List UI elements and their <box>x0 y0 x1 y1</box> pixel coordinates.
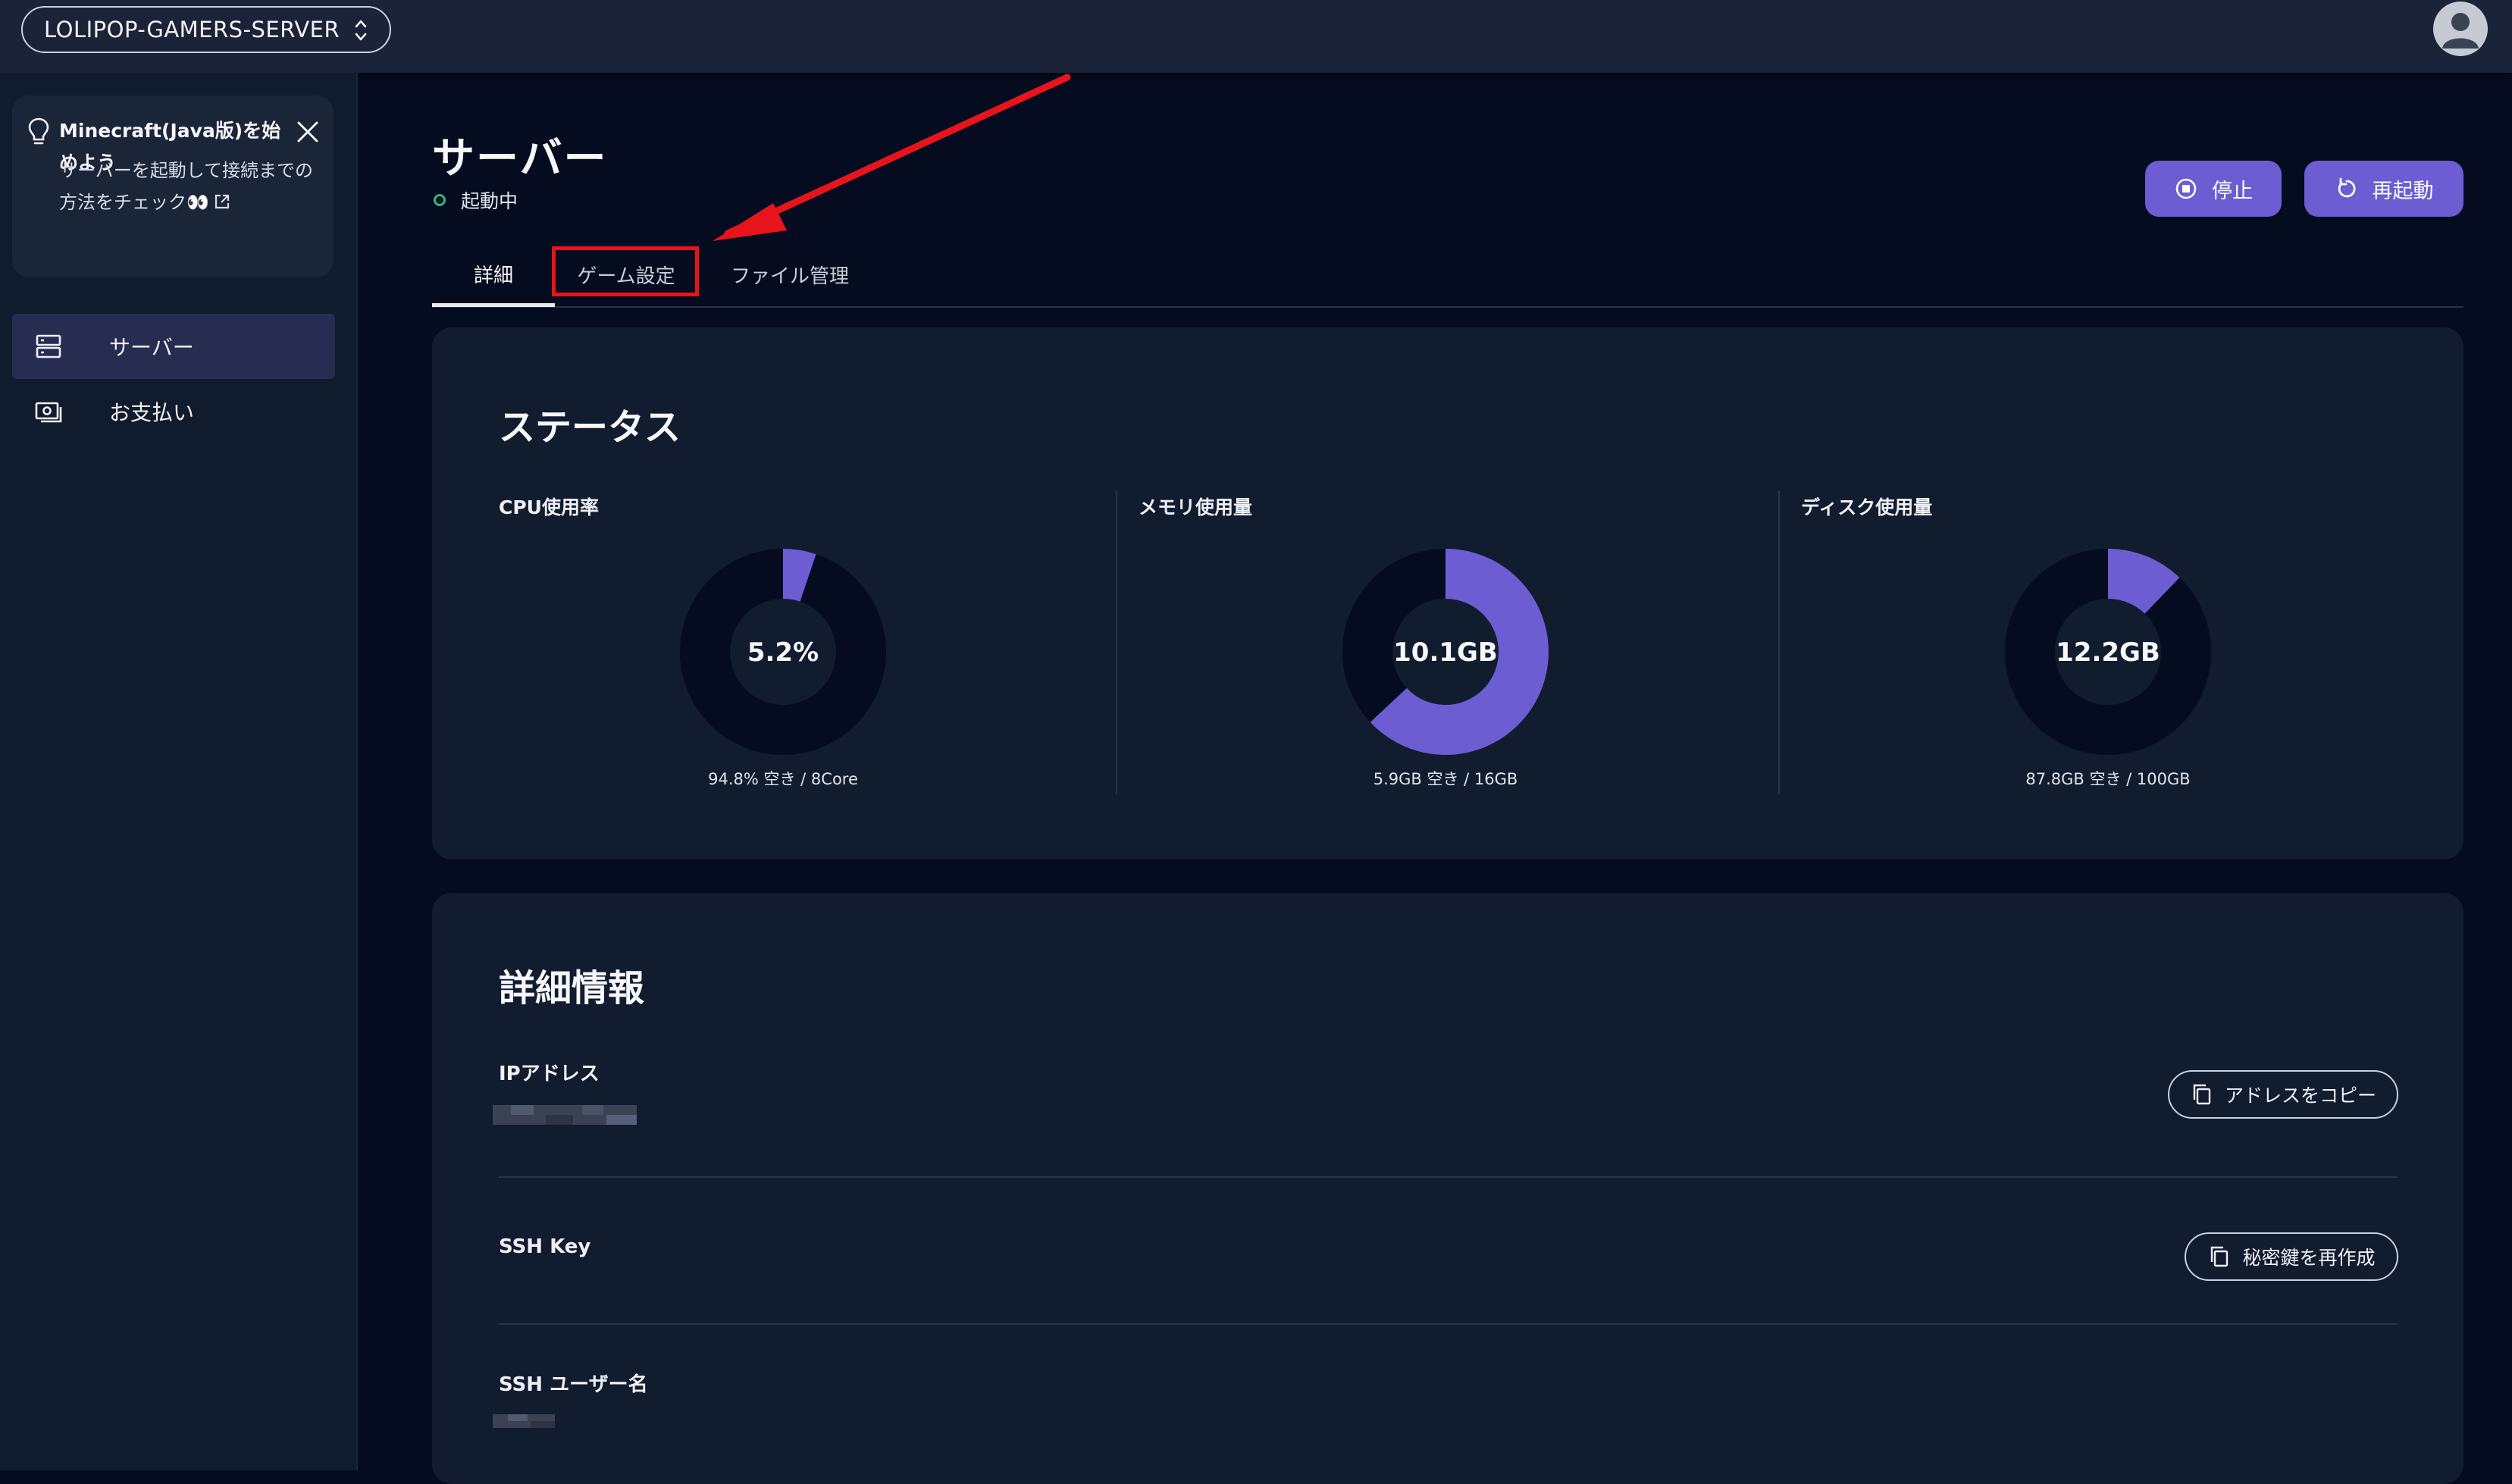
metric-caption: 87.8GB 空き / 100GB <box>2025 770 2191 788</box>
lightbulb-icon <box>28 117 49 145</box>
annotation-highlight-box <box>552 246 699 296</box>
memory-donut-chart: 10.1GB <box>1342 549 1549 755</box>
tip-body-text: サーバーを起動して接続までの方法をチェック👀 <box>59 160 314 213</box>
disk-metric: ディスク使用量 12.2GB 87.8GB 空き / 100GB <box>1757 327 2420 859</box>
donut-value: 12.2GB <box>2056 637 2160 668</box>
regenerate-key-button[interactable]: 秘密鍵を再作成 <box>2185 1232 2398 1281</box>
metric-label: CPU使用率 <box>499 496 599 518</box>
disk-donut-chart: 12.2GB <box>2005 549 2211 755</box>
external-link-icon <box>215 194 229 209</box>
copy-address-button[interactable]: アドレスをコピー <box>2168 1070 2398 1119</box>
ip-address-value-redacted <box>493 1105 637 1125</box>
restart-button[interactable]: 再起動 <box>2304 161 2463 217</box>
ip-address-label: IPアドレス <box>499 1063 600 1085</box>
sidebar-item-payment[interactable]: お支払い <box>12 379 335 444</box>
detail-divider <box>499 1323 2397 1325</box>
metric-label: メモリ使用量 <box>1139 496 1253 518</box>
cpu-donut-chart: 5.2% <box>680 549 886 755</box>
ssh-username-value-redacted <box>493 1414 555 1428</box>
server-name: LOLIPOP-GAMERS-SERVER <box>44 17 340 42</box>
sidebar-item-label: サーバー <box>109 335 194 360</box>
donut-value: 10.1GB <box>1393 637 1498 668</box>
tip-link[interactable]: サーバーを起動して接続までの方法をチェック👀 <box>59 155 324 218</box>
sidebar-item-label: お支払い <box>109 400 195 425</box>
status-indicator-icon <box>434 194 446 206</box>
status-card: ステータス CPU使用率 5.2% 94.8% 空き / 8Core メモリ使用… <box>432 327 2463 859</box>
annotation-arrow-icon <box>713 74 1071 241</box>
sidebar-item-server[interactable]: サーバー <box>12 314 335 379</box>
tab-label: 詳細 <box>473 264 513 287</box>
server-status: 起動中 <box>434 186 518 214</box>
getting-started-tip: Minecraft(Java版)を始めよう サーバーを起動して接続までの方法をチ… <box>12 95 334 277</box>
metric-label: ディスク使用量 <box>1801 496 1933 518</box>
payment-icon <box>35 402 62 423</box>
top-bar: LOLIPOP-GAMERS-SERVER <box>0 0 2512 73</box>
stop-button[interactable]: 停止 <box>2145 161 2282 217</box>
donut-value: 5.2% <box>747 637 819 668</box>
tab-details[interactable]: 詳細 <box>432 244 555 307</box>
stop-label: 停止 <box>2212 179 2253 203</box>
chevron-up-down-icon <box>355 20 367 41</box>
metric-caption: 94.8% 空き / 8Core <box>708 770 858 788</box>
cpu-metric: CPU使用率 5.2% 94.8% 空き / 8Core <box>432 327 1095 859</box>
sidebar: Minecraft(Java版)を始めよう サーバーを起動して接続までの方法をチ… <box>0 73 358 1470</box>
restart-label: 再起動 <box>2372 179 2434 203</box>
page-title: サーバー <box>432 134 608 183</box>
user-avatar-icon[interactable] <box>2433 2 2488 56</box>
status-text: 起動中 <box>461 190 518 212</box>
copy-icon <box>2193 1084 2211 1105</box>
regenerate-key-label: 秘密鍵を再作成 <box>2242 1247 2376 1269</box>
server-selector[interactable]: LOLIPOP-GAMERS-SERVER <box>21 6 391 53</box>
server-icon <box>36 334 61 358</box>
memory-metric: メモリ使用量 10.1GB 5.9GB 空き / 16GB <box>1095 327 1757 859</box>
copy-address-label: アドレスをコピー <box>2224 1085 2376 1107</box>
close-icon[interactable] <box>294 118 321 146</box>
copy-icon <box>2211 1246 2229 1267</box>
ssh-key-label: SSH Key <box>499 1235 591 1258</box>
ssh-username-label: SSH ユーザー名 <box>499 1373 648 1396</box>
restart-icon <box>2338 177 2356 198</box>
details-card-title: 詳細情報 <box>499 967 645 1010</box>
stop-icon <box>2175 178 2197 199</box>
metric-caption: 5.9GB 空き / 16GB <box>1373 770 1518 788</box>
detail-divider <box>499 1176 2397 1178</box>
details-card: 詳細情報 IPアドレス アドレスをコピー SSH Key 秘密鍵を再作成 SSH… <box>432 893 2463 1484</box>
